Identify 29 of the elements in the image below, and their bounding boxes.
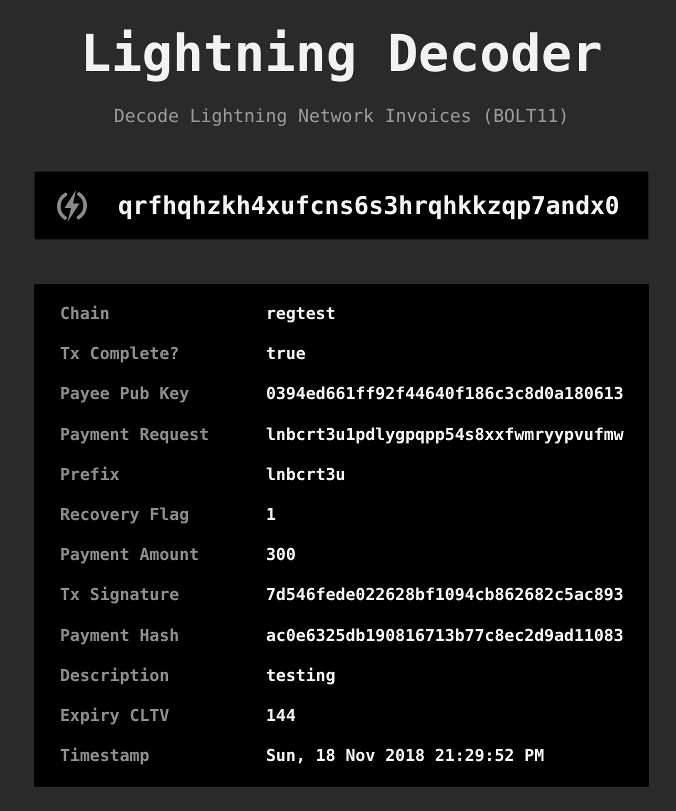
field-label: Payment Hash bbox=[60, 626, 180, 646]
field-value: Sun, 18 Nov 2018 21:29:52 PM bbox=[266, 746, 544, 766]
field-label: Expiry CLTV bbox=[60, 706, 170, 726]
field-label: Chain bbox=[60, 304, 111, 324]
field-label: Tx Signature bbox=[60, 585, 180, 606]
field-label: Timestamp bbox=[60, 746, 150, 766]
field-value: 144 bbox=[266, 706, 296, 726]
field-value: ac0e6325db190816713b77c8ec2d9ad11083 bbox=[266, 626, 624, 646]
field-value: 300 bbox=[266, 545, 296, 566]
lightning-icon bbox=[55, 188, 89, 222]
invoice-field[interactable]: qrfhqhzkh4xufcns6s3hrqhkkzqp7andx0 bbox=[34, 171, 649, 240]
field-label: Payment Request bbox=[60, 424, 210, 445]
field-label: Payment Amount bbox=[60, 545, 200, 566]
field-value: 7d546fede022628bf1094cb862682c5ac893 bbox=[266, 585, 624, 606]
field-value: true bbox=[266, 344, 306, 364]
field-value: 0394ed661ff92f44640f186c3c8d0a180613 bbox=[266, 384, 624, 404]
field-value: lnbcrt3u1pdlygpqpp54s8xxfwmryypvufmw bbox=[266, 424, 624, 445]
invoice-input-field[interactable]: qrfhqhzkh4xufcns6s3hrqhkkzqp7andx0 bbox=[118, 190, 628, 220]
field-label: Prefix bbox=[60, 464, 121, 485]
field-value: regtest bbox=[266, 304, 336, 324]
field-label: Description bbox=[60, 666, 170, 686]
field-value: 1 bbox=[266, 505, 276, 526]
field-value: testing bbox=[266, 666, 336, 686]
field-value: lnbcrt3u bbox=[266, 464, 346, 485]
field-label: Recovery Flag bbox=[60, 505, 190, 526]
page-title: Lightning Decoder bbox=[80, 24, 602, 86]
field-label: Payee Pub Key bbox=[60, 384, 190, 404]
page-subtitle: Decode Lightning Network Invoices (BOLT11) bbox=[114, 106, 570, 128]
field-label: Tx Complete? bbox=[60, 344, 180, 364]
